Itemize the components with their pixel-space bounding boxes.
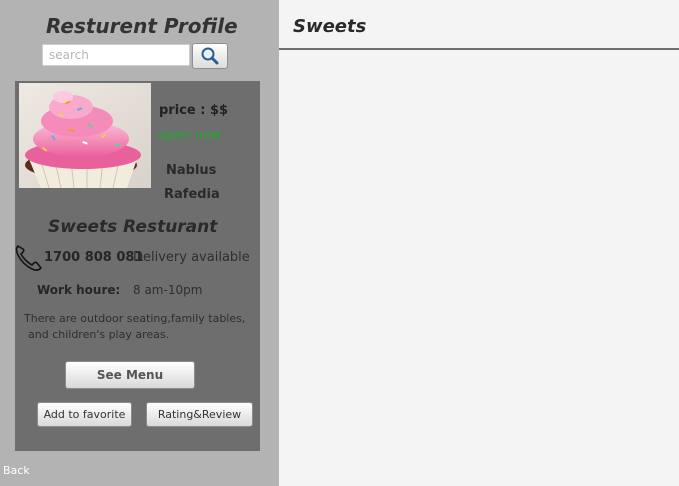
city-label: Nablus (166, 163, 217, 178)
content-title: Sweets (293, 16, 367, 37)
sidebar: Resturent Profile search price: $$ open… (0, 0, 279, 486)
app-title: Resturent Profile (46, 14, 238, 38)
back-link[interactable]: Back (3, 464, 30, 477)
work-hours-value: 8 am-10pm (133, 283, 203, 297)
phone-number: 1700 808 081 (44, 250, 144, 265)
description: There are outdoor seating,family tables,… (24, 311, 256, 343)
price-label: price : $$ (159, 103, 229, 118)
delivery-status: Delivery available (133, 250, 250, 265)
see-menu-button[interactable]: See Menu (65, 361, 195, 389)
search-button[interactable] (192, 43, 228, 69)
work-hours-label: Work houre: (37, 283, 121, 297)
open-status: open now (158, 128, 222, 143)
search-input[interactable] (42, 44, 190, 66)
description-line: There are outdoor seating,family tables, (24, 312, 246, 325)
content-area (279, 50, 679, 486)
restaurant-name: Sweets Resturant (48, 217, 218, 237)
area-label: Rafedia (164, 187, 220, 202)
description-line: and children's play areas. (28, 328, 170, 341)
search-icon (201, 47, 219, 65)
phone-icon (15, 245, 42, 271)
restaurant-card: price : $$ open now Nablus Rafedia Sweet… (15, 81, 260, 451)
cupcake-photo (19, 83, 151, 188)
add-to-favorite-button[interactable]: Add to favorite (37, 402, 132, 427)
content-header: Sweets (279, 0, 679, 50)
rating-review-button[interactable]: Rating&Review (146, 402, 253, 427)
